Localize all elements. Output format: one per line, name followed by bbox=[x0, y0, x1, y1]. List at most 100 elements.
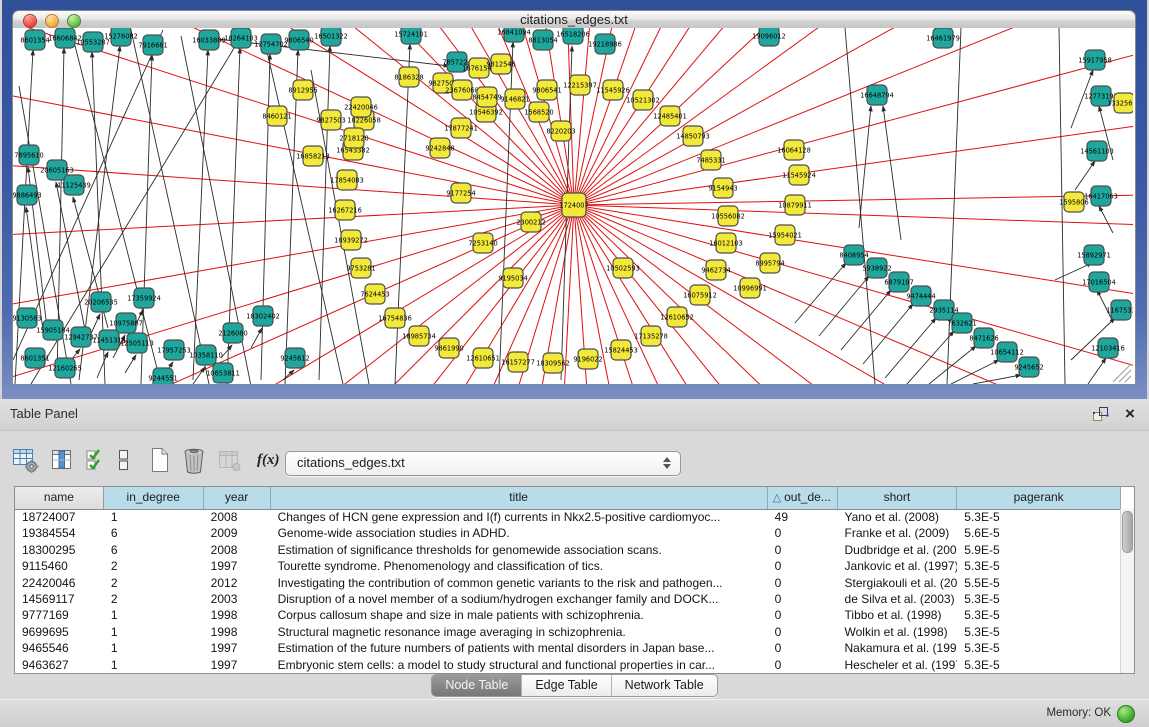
table-cell-title[interactable]: Estimation of significance thresholds fo… bbox=[271, 542, 768, 558]
network-node[interactable]: 16157277 bbox=[501, 352, 535, 372]
network-node[interactable]: 12160265 bbox=[48, 358, 82, 378]
table-cell-name[interactable]: 22420046 bbox=[15, 575, 104, 591]
memory-status-indicator[interactable] bbox=[1117, 705, 1135, 723]
table-cell-short[interactable]: Tibbo et al. (1998) bbox=[838, 607, 958, 623]
network-node[interactable]: 18309562 bbox=[536, 353, 570, 373]
table-cell-short[interactable]: Nakamura et al. (1997) bbox=[838, 640, 958, 656]
network-node[interactable]: 9886493 bbox=[13, 185, 42, 205]
table-cell-in_degree[interactable]: 2 bbox=[104, 575, 204, 591]
table-row[interactable]: 911546021997Tourette syndrome. Phenomeno… bbox=[15, 558, 1121, 574]
table-cell-short[interactable]: Jankovic et al. (1997) bbox=[838, 558, 958, 574]
network-node[interactable]: 16841094 bbox=[497, 28, 531, 42]
network-edge[interactable] bbox=[973, 375, 1021, 384]
network-node[interactable]: 15892971 bbox=[1077, 245, 1111, 265]
network-node[interactable]: 12610652 bbox=[660, 307, 694, 327]
network-edge[interactable] bbox=[283, 370, 294, 380]
tab-edge-table[interactable]: Edge Table bbox=[522, 675, 611, 696]
table-cell-title[interactable]: Investigating the contribution of common… bbox=[271, 575, 768, 591]
table-cell-name[interactable]: 9777169 bbox=[15, 607, 104, 623]
network-node[interactable]: 16461979 bbox=[926, 28, 960, 48]
network-node[interactable]: 9196022 bbox=[573, 349, 602, 369]
table-cell-short[interactable]: Hescheler et al. (1997) bbox=[838, 657, 958, 673]
network-edge[interactable] bbox=[1119, 370, 1131, 382]
column-header-year[interactable]: year bbox=[204, 487, 271, 509]
network-node[interactable]: 16754836 bbox=[378, 308, 412, 328]
table-cell-title[interactable]: Structural magnetic resonance image aver… bbox=[271, 624, 768, 640]
network-node[interactable]: 7253140 bbox=[468, 233, 497, 253]
table-cell-in_degree[interactable]: 1 bbox=[104, 640, 204, 656]
network-node[interactable]: 18939272 bbox=[334, 230, 368, 250]
network-edge[interactable] bbox=[97, 352, 108, 378]
table-cell-in_degree[interactable]: 2 bbox=[104, 558, 204, 574]
table-cell-year[interactable]: 2008 bbox=[204, 542, 271, 558]
network-node[interactable]: 11545924 bbox=[782, 165, 816, 185]
network-edge[interactable] bbox=[574, 205, 1133, 338]
table-cell-pagerank[interactable]: 5.3E-5 bbox=[957, 607, 1121, 623]
network-node[interactable]: 9806541 bbox=[532, 80, 561, 100]
delete-table-button[interactable] bbox=[182, 445, 206, 475]
table-cell-year[interactable]: 1998 bbox=[204, 607, 271, 623]
network-node[interactable]: 2126060 bbox=[218, 323, 247, 343]
table-cell-out_degree[interactable]: 0 bbox=[768, 575, 838, 591]
network-edge[interactable] bbox=[574, 190, 1133, 205]
network-edge[interactable] bbox=[859, 106, 871, 228]
network-node[interactable]: 8408954 bbox=[839, 245, 868, 265]
network-node[interactable]: 8186328 bbox=[394, 67, 423, 87]
network-node[interactable]: 16075912 bbox=[683, 285, 717, 305]
network-node[interactable]: 7632621 bbox=[947, 313, 976, 333]
network-node[interactable]: 17359924 bbox=[127, 288, 161, 308]
vertical-scrollbar[interactable] bbox=[1120, 509, 1134, 673]
table-cell-short[interactable]: Stergiakouli et al. (2012) bbox=[838, 575, 958, 591]
table-cell-year[interactable]: 1997 bbox=[204, 657, 271, 673]
table-cell-short[interactable]: Dudbridge et al. (2008) bbox=[838, 542, 958, 558]
network-node[interactable]: 10654112 bbox=[990, 342, 1024, 362]
network-node[interactable]: 8912955 bbox=[288, 80, 317, 100]
table-cell-pagerank[interactable]: 5.3E-5 bbox=[957, 657, 1121, 673]
network-node[interactable]: 16012103 bbox=[709, 233, 743, 253]
network-node[interactable]: 17854083 bbox=[330, 170, 364, 190]
network-node[interactable]: 1568520 bbox=[524, 102, 553, 122]
table-cell-out_degree[interactable]: 0 bbox=[768, 640, 838, 656]
tab-network-table[interactable]: Network Table bbox=[612, 675, 717, 696]
network-node[interactable]: 9130583 bbox=[13, 308, 42, 328]
close-panel-button[interactable]: × bbox=[1121, 405, 1139, 423]
network-edge[interactable] bbox=[845, 28, 875, 384]
table-cell-name[interactable]: 18724007 bbox=[15, 509, 104, 525]
table-cell-title[interactable]: Tourette syndrome. Phenomenology and cla… bbox=[271, 558, 768, 574]
network-node[interactable]: 16518206 bbox=[556, 28, 590, 44]
network-node[interactable]: 9806540 bbox=[284, 30, 313, 50]
network-edge[interactable] bbox=[242, 28, 574, 205]
table-cell-out_degree[interactable]: 0 bbox=[768, 607, 838, 623]
window-titlebar[interactable]: citations_edges.txt bbox=[12, 10, 1136, 30]
table-row[interactable]: 1830029562008Estimation of significance … bbox=[15, 542, 1121, 558]
network-node[interactable]: 19096012 bbox=[752, 28, 786, 46]
network-edge[interactable] bbox=[795, 263, 846, 323]
network-node[interactable]: 9462734 bbox=[701, 260, 730, 280]
network-node[interactable]: 12485401 bbox=[653, 106, 687, 126]
row-height-button[interactable] bbox=[117, 445, 130, 475]
network-edge[interactable] bbox=[885, 318, 936, 378]
table-cell-name[interactable]: 18300295 bbox=[15, 542, 104, 558]
tab-node-table[interactable]: Node Table bbox=[432, 675, 522, 696]
network-edge[interactable] bbox=[841, 290, 891, 350]
network-node[interactable]: 1724007 bbox=[559, 193, 588, 217]
table-cell-year[interactable]: 1997 bbox=[204, 558, 271, 574]
network-node[interactable]: 7485331 bbox=[696, 150, 725, 170]
table-cell-year[interactable]: 2012 bbox=[204, 575, 271, 591]
network-node[interactable]: 8460121 bbox=[262, 106, 291, 126]
table-cell-title[interactable]: Genome-wide association studies in ADHD. bbox=[271, 525, 768, 541]
network-node[interactable]: 17877241 bbox=[444, 118, 478, 138]
table-cell-title[interactable]: Disruption of a novel member of a sodium… bbox=[271, 591, 768, 607]
network-edge[interactable] bbox=[261, 54, 270, 380]
table-cell-out_degree[interactable]: 0 bbox=[768, 624, 838, 640]
network-node[interactable]: 15724101 bbox=[394, 28, 428, 44]
table-settings-button[interactable] bbox=[12, 445, 39, 475]
network-node[interactable]: 12754702 bbox=[254, 34, 288, 54]
table-cell-year[interactable]: 1998 bbox=[204, 624, 271, 640]
network-node[interactable]: 7916661 bbox=[138, 35, 167, 55]
column-header-pagerank[interactable]: pagerank bbox=[957, 487, 1121, 509]
table-cell-pagerank[interactable]: 5.3E-5 bbox=[957, 624, 1121, 640]
table-cell-name[interactable]: 9465546 bbox=[15, 640, 104, 656]
table-row[interactable]: 946362711997Embryonic stem cells: a mode… bbox=[15, 657, 1121, 673]
network-node[interactable]: 9474444 bbox=[906, 286, 935, 306]
